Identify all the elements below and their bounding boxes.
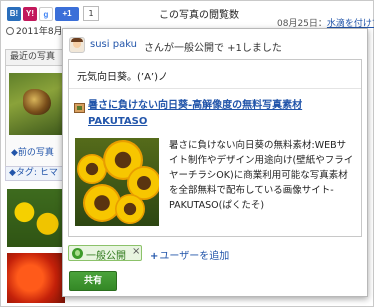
red-flower-thumbnail[interactable] xyxy=(7,253,65,303)
audience-selector: 一般公開 × +ユーザーを追加 xyxy=(68,242,362,264)
yahoo-bookmark-button[interactable]: Y! xyxy=(23,7,37,21)
butterfly-thumbnail[interactable] xyxy=(9,73,63,135)
tag-label[interactable]: ◆タグ: ヒマ xyxy=(5,166,65,181)
share-comment[interactable]: 元気向日葵。(’A’)ノ xyxy=(77,68,168,83)
add-users-label: ユーザーを追加 xyxy=(159,251,230,262)
plusone-button[interactable]: +1 xyxy=(55,7,79,21)
recent-photos-tab[interactable]: 最近の写真 xyxy=(5,49,65,66)
google-bookmark-button[interactable]: g xyxy=(39,7,53,21)
post-date-text: 2011年8月 xyxy=(16,27,63,37)
sunflower-shape xyxy=(115,194,145,224)
clock-icon xyxy=(6,27,14,35)
share-dialog: susi paku さんが一般公開で +1しました 元気向日葵。(’A’)ノ 暑… xyxy=(62,28,368,297)
butterfly-shape xyxy=(23,89,51,115)
link-favicon xyxy=(74,103,85,113)
hatena-bookmark-button[interactable]: B! xyxy=(7,7,21,21)
share-button[interactable]: 共有 xyxy=(69,271,117,291)
plus-icon: + xyxy=(150,251,159,262)
post-date: 2011年8月 xyxy=(6,24,63,37)
link-title[interactable]: 暑さに負けない向日葵-高解像度の無料写真素材PAKUTASO xyxy=(88,98,358,130)
link-description: 暑さに負けない向日葵の無料素材:WEBサイト制作やデザイン用途向け(壁紙やフライ… xyxy=(169,140,354,211)
avatar[interactable] xyxy=(69,37,85,53)
previous-photo-link[interactable]: ◆前の写真 xyxy=(11,145,54,158)
plusone-count: 1 xyxy=(83,6,99,21)
close-icon[interactable]: × xyxy=(132,246,140,257)
share-action-text: さんが一般公開で +1しました xyxy=(144,43,282,54)
globe-icon xyxy=(72,248,83,259)
sunflowers-thumbnail[interactable] xyxy=(7,189,65,247)
public-audience-chip[interactable]: 一般公開 × xyxy=(68,245,142,262)
views-label: この写真の閲覧数 xyxy=(159,10,239,21)
add-users-link[interactable]: +ユーザーを追加 xyxy=(150,247,229,262)
link-thumbnail xyxy=(75,138,159,226)
user-name-link[interactable]: susi paku xyxy=(90,39,137,50)
public-label: 一般公開 xyxy=(86,251,126,262)
share-content-box: 元気向日葵。(’A’)ノ 暑さに負けない向日葵-高解像度の無料写真素材PAKUT… xyxy=(68,59,362,237)
divider xyxy=(69,88,361,89)
